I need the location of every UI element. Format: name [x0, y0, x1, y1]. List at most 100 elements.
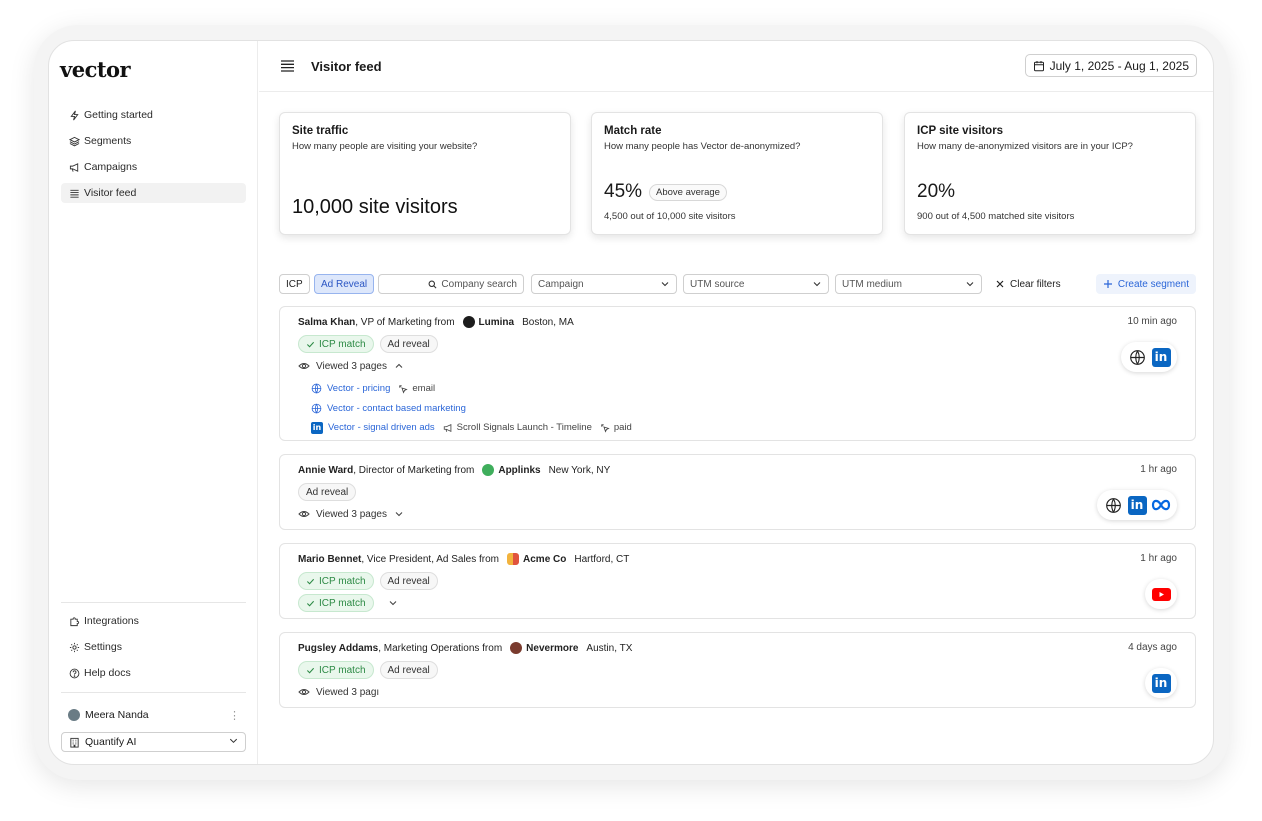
sidebar-item-label: Campaigns	[84, 161, 138, 173]
org-switcher[interactable]: Quantify AI	[61, 732, 246, 752]
app-logo[interactable]: vector	[60, 57, 131, 82]
sidebar-item-label: Segments	[84, 135, 132, 147]
filter-chip-ad-reveal[interactable]: Ad Reveal	[314, 274, 375, 294]
chevron-down-icon[interactable]	[388, 598, 398, 608]
visitor-title: , VP of Marketing from	[355, 316, 455, 328]
page-link[interactable]: Vector - pricing	[327, 383, 390, 394]
globe-icon	[311, 403, 322, 414]
campaign-name: Scroll Signals Launch - Timeline	[456, 422, 592, 434]
utm-source-select[interactable]: UTM source	[683, 274, 829, 294]
date-range-label: July 1, 2025 - Aug 1, 2025	[1049, 58, 1189, 73]
sidebar-nav: Getting started Segments Campaigns Visit…	[61, 105, 246, 209]
ad-reveal-badge: Ad reveal	[379, 661, 438, 679]
chevron-up-icon	[395, 363, 403, 368]
timestamp: 1 hr ago	[1140, 464, 1177, 475]
filter-bar: ICP Ad Reveal Company search Campaign UT…	[279, 274, 1196, 294]
visitor-header: Salma Khan , VP of Marketing from Lumina…	[298, 316, 574, 328]
chevron-down-icon	[228, 735, 239, 749]
sidebar-item-integrations[interactable]: Integrations	[61, 611, 246, 631]
globe-icon	[311, 383, 322, 394]
page-link[interactable]: Vector - contact based marketing	[327, 403, 466, 414]
icp-match-badge: ICP match	[298, 572, 374, 590]
visitor-name[interactable]: Pugsley Addams	[298, 643, 378, 654]
visitor-card[interactable]: Mario Bennet , Vice President, Ad Sales …	[279, 543, 1196, 619]
chevron-down-icon	[395, 512, 403, 517]
more-options-icon[interactable]: ⋮	[229, 709, 240, 722]
filter-chip-icp[interactable]: ICP	[279, 274, 310, 294]
create-segment-button[interactable]: Create segment	[1095, 274, 1196, 294]
stat-title: ICP site visitors	[917, 125, 1004, 137]
stat-description: How many people are visiting your websit…	[292, 141, 478, 152]
stat-description: How many de-anonymized visitors are in y…	[917, 141, 1133, 152]
stat-card-site-traffic: Site traffic How many people are visitin…	[279, 112, 571, 235]
megaphone-icon	[68, 161, 80, 173]
check-icon	[306, 667, 315, 674]
timestamp: 1 hr ago	[1140, 553, 1177, 564]
viewed-pages-toggle[interactable]: Viewed 3 pagı	[298, 686, 379, 698]
date-range-picker[interactable]: July 1, 2025 - Aug 1, 2025	[1024, 54, 1197, 77]
gear-icon	[68, 641, 80, 653]
check-icon	[306, 600, 315, 607]
visitor-title: , Vice President, Ad Sales from	[361, 553, 500, 565]
check-icon	[306, 341, 315, 348]
user-name: Meera Nanda	[85, 709, 149, 721]
visitor-card[interactable]: Pugsley Addams , Marketing Operations fr…	[279, 632, 1196, 708]
menu-icon[interactable]	[280, 59, 295, 73]
visitor-header: Annie Ward , Director of Marketing from …	[298, 464, 610, 476]
sidebar-item-getting-started[interactable]: Getting started	[61, 105, 246, 125]
visitor-name[interactable]: Salma Khan	[298, 317, 355, 328]
sidebar-item-help-docs[interactable]: Help docs	[61, 663, 246, 683]
campaign-select[interactable]: Campaign	[531, 274, 677, 294]
plus-icon	[1103, 280, 1112, 288]
visitor-location: New York, NY	[548, 464, 611, 476]
icp-match-badge: ICP match	[298, 335, 374, 353]
stat-value: 10,000 site visitors	[292, 196, 458, 218]
user-menu[interactable]: Meera Nanda ⋮	[61, 705, 246, 725]
company-name[interactable]: Nevermore	[526, 643, 578, 654]
visitor-header: Mario Bennet , Vice President, Ad Sales …	[298, 553, 629, 565]
company-search-input[interactable]: Company search	[378, 274, 524, 294]
stat-title: Match rate	[604, 125, 662, 137]
visitor-card[interactable]: Annie Ward , Director of Marketing from …	[279, 454, 1196, 530]
ad-reveal-badge: Ad reveal	[379, 335, 438, 353]
puzzle-icon	[68, 615, 80, 627]
stat-value: 20%	[917, 181, 956, 202]
viewed-pages-label: Viewed 3 pages	[316, 360, 387, 372]
icp-match-badge: ICP match	[298, 661, 374, 679]
visitor-name[interactable]: Annie Ward	[298, 465, 353, 476]
company-logo	[482, 464, 495, 476]
visitor-location: Boston, MA	[522, 316, 574, 328]
top-bar: Visitor feed July 1, 2025 - Aug 1, 2025	[259, 41, 1213, 92]
badge-row: ICP match	[298, 594, 398, 612]
sidebar-item-visitor-feed[interactable]: Visitor feed	[61, 183, 246, 203]
stat-description: How many people has Vector de-anonymized…	[604, 141, 801, 152]
sidebar-item-label: Help docs	[84, 667, 131, 679]
lightning-icon	[68, 109, 80, 121]
sidebar-item-settings[interactable]: Settings	[61, 637, 246, 657]
sidebar-item-label: Visitor feed	[84, 187, 137, 199]
sidebar-item-campaigns[interactable]: Campaigns	[61, 157, 246, 177]
clear-filters-button[interactable]: Clear filters	[995, 274, 1061, 294]
status-badge: Above average	[649, 183, 727, 201]
search-placeholder: Company search	[441, 278, 517, 290]
channel-icons: in	[1121, 342, 1177, 372]
viewed-pages-toggle[interactable]: Viewed 3 pages	[298, 508, 404, 520]
icp-match-badge: ICP match	[298, 594, 374, 612]
linkedin-icon: in	[1125, 493, 1149, 517]
visitor-name[interactable]: Mario Bennet	[298, 554, 361, 565]
sidebar-item-segments[interactable]: Segments	[61, 131, 246, 151]
sidebar-item-label: Integrations	[84, 615, 139, 627]
channel-icons	[1145, 579, 1177, 609]
search-icon	[428, 280, 437, 288]
create-segment-label: Create segment	[1117, 278, 1189, 290]
chevron-down-icon	[813, 282, 821, 287]
company-name[interactable]: Applinks	[498, 465, 540, 476]
utm-medium-select[interactable]: UTM medium	[835, 274, 982, 294]
page-link[interactable]: Vector - signal driven ads	[328, 422, 435, 433]
viewed-pages-toggle[interactable]: Viewed 3 pages	[298, 360, 404, 372]
stat-value: 45%	[604, 181, 643, 202]
company-name[interactable]: Acme Co	[523, 554, 566, 565]
timestamp: 10 min ago	[1127, 316, 1177, 327]
visitor-card[interactable]: Salma Khan , VP of Marketing from Lumina…	[279, 306, 1196, 441]
company-name[interactable]: Lumina	[479, 317, 515, 328]
